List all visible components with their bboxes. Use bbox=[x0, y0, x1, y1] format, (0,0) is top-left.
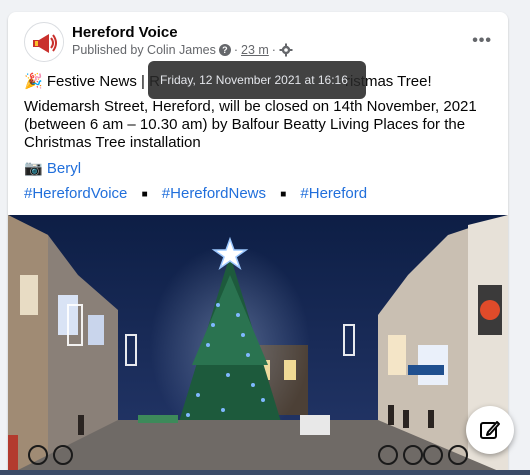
hashtags: #HerefordVoice ■ #HerefordNews ■ #Herefo… bbox=[24, 185, 368, 202]
gear-icon[interactable] bbox=[279, 43, 293, 57]
megaphone-logo-icon bbox=[26, 24, 63, 61]
page-avatar[interactable] bbox=[24, 22, 64, 62]
hashtag-link[interactable]: #HerefordVoice bbox=[24, 185, 127, 202]
meta-dot: · bbox=[271, 43, 276, 57]
post-body: Widemarsh Street, Hereford, will be clos… bbox=[24, 98, 477, 151]
hashtag-link[interactable]: #HerefordNews bbox=[162, 185, 266, 202]
timestamp-tooltip: Friday, 12 November 2021 at 16:16 bbox=[148, 61, 366, 99]
photo-credit: 📷 Beryl bbox=[24, 159, 81, 177]
timestamp-link[interactable]: 23 m bbox=[241, 43, 269, 57]
more-options-icon[interactable]: ••• bbox=[472, 32, 492, 50]
page-name[interactable]: Hereford Voice bbox=[72, 24, 178, 41]
compose-button[interactable] bbox=[466, 406, 514, 454]
camera-icon: 📷 bbox=[24, 160, 43, 177]
christmas-tree-photo bbox=[8, 215, 508, 475]
party-popper-icon: 🎉 bbox=[24, 73, 43, 90]
bottom-bar bbox=[0, 470, 530, 475]
help-icon[interactable]: ? bbox=[218, 44, 231, 56]
published-by[interactable]: Published by Colin James bbox=[72, 43, 216, 57]
meta-dot: · bbox=[233, 43, 238, 57]
post-meta: Published by Colin James ? · 23 m · bbox=[72, 43, 293, 57]
hashtag-link[interactable]: #Hereford bbox=[300, 185, 367, 202]
post-photo[interactable] bbox=[8, 215, 508, 475]
compose-icon bbox=[480, 421, 500, 439]
photo-credit-link[interactable]: Beryl bbox=[47, 160, 81, 177]
